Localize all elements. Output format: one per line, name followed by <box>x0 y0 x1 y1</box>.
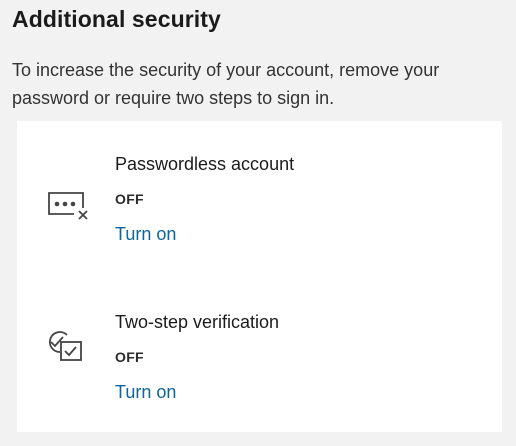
two-step-verification-icon <box>44 328 88 368</box>
two-step-turn-on-link[interactable]: Turn on <box>115 382 176 403</box>
security-options-card: Passwordless account OFF Turn on Two-ste… <box>17 121 502 432</box>
passwordless-status: OFF <box>115 191 144 207</box>
section-description: To increase the security of your account… <box>12 60 440 108</box>
two-step-title: Two-step verification <box>115 312 280 332</box>
section-title: Additional security <box>12 6 221 32</box>
passwordless-title: Passwordless account <box>115 154 295 174</box>
two-step-status: OFF <box>115 349 144 365</box>
password-off-icon <box>44 187 88 227</box>
passwordless-turn-on-link[interactable]: Turn on <box>115 224 176 245</box>
